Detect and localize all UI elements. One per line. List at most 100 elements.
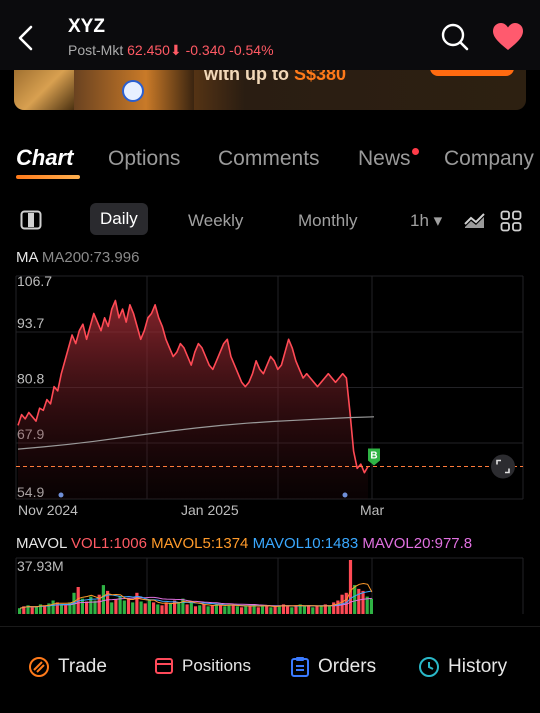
favorite-heart-icon[interactable]: [492, 22, 524, 52]
history-label: History: [448, 656, 508, 677]
post-market-label: Post-Mkt: [68, 42, 124, 58]
volume-bar: [269, 607, 273, 615]
news-unread-dot: [412, 148, 419, 155]
volume-bar: [131, 602, 135, 614]
legend-mavol20: MAVOL20:977.8: [362, 535, 473, 552]
volume-bar: [369, 598, 373, 614]
orders-button[interactable]: Orders: [290, 656, 376, 678]
volume-bar: [18, 608, 22, 614]
vol-top-label: 37.93M: [17, 558, 64, 574]
volume-bar: [101, 585, 105, 614]
period-intraday-dropdown[interactable]: 1h ▾: [410, 211, 442, 231]
volume-bar: [110, 602, 114, 614]
ma-title: MA: [16, 249, 38, 266]
volume-bar: [227, 604, 231, 614]
volume-bar: [214, 604, 218, 614]
x-tick-jan-2025: Jan 2025: [181, 502, 239, 518]
positions-button[interactable]: Positions: [154, 656, 251, 676]
banner-text-prefix: with up to: [204, 70, 289, 84]
volume-bar: [189, 602, 193, 614]
y-tick-label: 80.8: [17, 371, 44, 387]
tab-company[interactable]: Company: [444, 147, 534, 171]
mavol-legend: MAVOL VOL1:1006 MAVOL5:1374 MAVOL10:1483…: [16, 535, 472, 552]
volume-bar: [34, 606, 38, 614]
top-bar: XYZ Post-Mkt 62.450⬇ -0.340 -0.54%: [0, 0, 540, 70]
volume-bar: [173, 600, 177, 614]
detail-tabs: Chart Options Comments News Company: [0, 145, 540, 185]
volume-bar: [353, 585, 357, 614]
back-arrow-icon[interactable]: [12, 22, 40, 54]
volume-bar: [248, 605, 252, 614]
history-button[interactable]: History: [418, 656, 507, 678]
search-icon[interactable]: [440, 22, 470, 52]
sidebar-toggle-icon[interactable]: [20, 210, 42, 230]
volume-bar: [152, 602, 156, 614]
price-chart[interactable]: 106.793.780.867.954.9B: [0, 268, 540, 502]
volume-bar: [244, 606, 248, 614]
volume-bar: [206, 606, 210, 614]
event-dot: [342, 492, 348, 498]
positions-icon: [155, 658, 173, 674]
period-daily[interactable]: Daily: [90, 203, 148, 235]
period-weekly[interactable]: Weekly: [188, 211, 243, 231]
x-tick-mar: Mar: [360, 502, 385, 518]
volume-bar: [210, 605, 214, 614]
volume-chart[interactable]: 37.93M: [0, 556, 540, 618]
volume-bar: [302, 606, 306, 614]
volume-bar: [240, 607, 244, 615]
tab-chart[interactable]: Chart: [16, 145, 73, 171]
volume-bar: [51, 600, 55, 614]
mavol-title: MAVOL: [16, 535, 67, 552]
post-market-quote: Post-Mkt 62.450⬇ -0.340 -0.54%: [68, 42, 274, 59]
tab-options[interactable]: Options: [108, 147, 180, 171]
volume-bar: [168, 603, 172, 614]
positions-label: Positions: [182, 656, 251, 675]
volume-bar: [122, 600, 126, 614]
y-tick-label: 106.7: [17, 273, 52, 289]
volume-bar: [332, 602, 336, 614]
volume-bar: [156, 604, 160, 614]
volume-bar: [260, 606, 265, 614]
volume-bar: [235, 606, 239, 614]
volume-bar: [64, 605, 68, 614]
y-tick-label: 93.7: [17, 315, 44, 331]
post-market-price: 62.450: [127, 42, 170, 58]
banner-image-left: [14, 70, 74, 110]
volume-bar: [311, 607, 315, 615]
volume-bar: [147, 600, 151, 614]
banner-cta-button[interactable]: [430, 70, 514, 76]
volume-bar: [139, 601, 143, 614]
volume-bar: [198, 605, 202, 614]
event-dot: [58, 492, 64, 498]
ma200-value: MA200:73.996: [41, 249, 140, 266]
volume-bar: [357, 588, 361, 614]
chart-type-icon[interactable]: [464, 211, 486, 229]
volume-bar: [160, 605, 164, 614]
volume-bar: [219, 605, 223, 614]
volume-bar: [307, 605, 311, 614]
tab-news[interactable]: News: [358, 147, 411, 171]
trade-button[interactable]: Trade: [28, 656, 107, 678]
volume-bar: [336, 600, 340, 614]
ticker-title: XYZ: [68, 16, 105, 37]
post-market-change-pct: -0.54%: [229, 42, 274, 58]
bottom-action-bar: Trade Positions Orders History: [0, 640, 540, 700]
legend-mavol10: MAVOL10:1483: [252, 535, 359, 552]
volume-bar: [143, 603, 147, 614]
tab-comments[interactable]: Comments: [218, 147, 320, 171]
volume-bar: [273, 606, 277, 614]
promo-banner[interactable]: with up to S$380: [14, 70, 526, 110]
volume-bar: [319, 605, 323, 614]
volume-bar: [290, 607, 294, 615]
volume-bar: [181, 598, 185, 614]
volume-bar: [185, 604, 189, 614]
down-arrow-icon: ⬇: [169, 42, 182, 58]
volume-bar: [348, 560, 353, 614]
legend-vol1: VOL1:1006: [71, 535, 147, 552]
volume-bar: [55, 602, 59, 614]
period-monthly[interactable]: Monthly: [298, 211, 358, 231]
indicators-grid-icon[interactable]: [500, 210, 522, 232]
volume-bar: [223, 606, 227, 614]
banner-text: with up to S$380: [204, 70, 346, 85]
volume-bar: [85, 601, 89, 614]
